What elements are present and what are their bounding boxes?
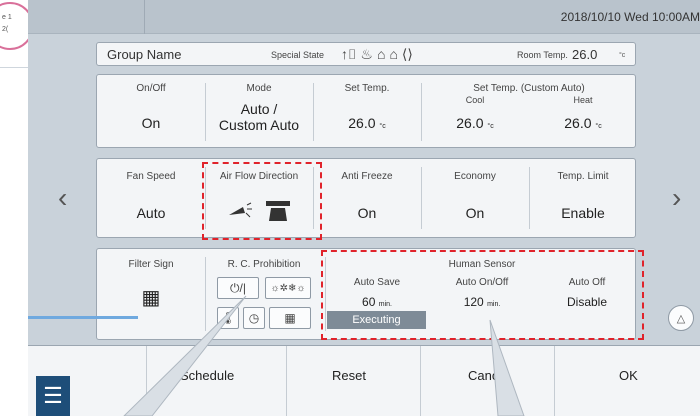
set-temp-value: 26.0 xyxy=(348,115,376,131)
standby-icon: ⌂ xyxy=(389,46,398,62)
prohibit-mode-button[interactable]: ☼✲❄☼ xyxy=(265,277,311,299)
separator xyxy=(146,346,147,416)
temp-limit-cell[interactable]: Temp. Limit Enable xyxy=(529,159,637,237)
thermometer-icon: 🌡 xyxy=(220,311,236,325)
demand-icon: ⟨⟩ xyxy=(401,46,413,62)
mode-value-line2: Custom Auto xyxy=(218,117,300,133)
menu-button[interactable]: ☰ xyxy=(36,376,70,416)
separator xyxy=(554,346,555,416)
hamburger-icon: ☰ xyxy=(43,383,63,408)
cancel-button[interactable]: Cancel xyxy=(468,368,508,383)
set-temp-label: Set Temp. xyxy=(344,83,390,94)
onoff-label: On/Off xyxy=(136,83,166,94)
filter-sign-label: Filter Sign xyxy=(128,259,174,270)
controller-panel: 2018/10/10 Wed 10:00AM Group Name Specia… xyxy=(28,0,700,416)
progress-bar xyxy=(28,316,138,319)
onoff-cell[interactable]: On/Off On xyxy=(97,75,205,147)
heat-unit: °c xyxy=(595,123,602,130)
fan-speed-label: Fan Speed xyxy=(126,171,176,182)
special-state-label: Special State xyxy=(271,50,325,60)
separator xyxy=(420,346,421,416)
economy-cell[interactable]: Economy On xyxy=(421,159,529,237)
row-airflow-settings: Fan Speed Auto Air Flow Direction Anti F… xyxy=(96,158,636,238)
custom-auto-cell[interactable]: Set Temp. (Custom Auto) Cool Heat 26.0 °… xyxy=(421,75,637,147)
cool-label: Cool xyxy=(465,95,485,105)
mode-icons: ☼✲❄☼ xyxy=(270,282,306,294)
ok-button[interactable]: OK xyxy=(619,368,638,383)
anti-freeze-label: Anti Freeze xyxy=(341,171,393,182)
separator xyxy=(286,346,287,416)
filter-icon: ▦ xyxy=(284,311,296,325)
prohibit-filter-button[interactable]: ▦ xyxy=(269,307,311,329)
rc-prohibition-cell: R. C. Prohibition ⏻/| ☼✲❄☼ 🌡 ◷ ▦ xyxy=(205,249,323,339)
airflow-highlight xyxy=(202,162,322,240)
footer-bar: Schedule Reset Cancel OK xyxy=(28,345,700,416)
prohibit-timer-button[interactable]: ◷ xyxy=(243,307,265,329)
onoff-value: On xyxy=(141,115,161,131)
special-state-icons: ↑⌷ ♨ ⌂ ⌂ ⟨⟩ xyxy=(341,46,413,63)
group-header: Group Name Special State ↑⌷ ♨ ⌂ ⌂ ⟨⟩ Roo… xyxy=(96,42,636,66)
fragment-text-2: 2( xyxy=(2,26,9,33)
cool-value: 26.0 xyxy=(456,115,484,131)
economy-label: Economy xyxy=(454,171,496,182)
room-temp-unit: °c xyxy=(619,52,626,59)
set-temp-cell[interactable]: Set Temp. 26.0 °c xyxy=(313,75,421,147)
fragment-text-1: e 1 xyxy=(2,14,12,21)
mode-cell[interactable]: Mode Auto / Custom Auto xyxy=(205,75,313,147)
anti-freeze-cell[interactable]: Anti Freeze On xyxy=(313,159,421,237)
room-temp-label: Room Temp. xyxy=(517,50,568,60)
economy-value: On xyxy=(465,205,485,221)
prohibit-temp-button[interactable]: 🌡 xyxy=(217,307,239,329)
defrost-icon: ↑⌷ xyxy=(341,46,357,62)
triangle-up-icon: △ xyxy=(676,312,686,325)
reset-button[interactable]: Reset xyxy=(332,368,366,383)
clock-icon: ◷ xyxy=(248,311,260,325)
set-temp-unit: °c xyxy=(379,123,386,130)
temp-limit-label: Temp. Limit xyxy=(557,171,609,182)
schedule-button[interactable]: Schedule xyxy=(180,368,234,383)
next-page-arrow[interactable]: › xyxy=(672,182,681,214)
set-temp-value-group: 26.0 °c xyxy=(313,115,421,131)
status-bar: 2018/10/10 Wed 10:00AM xyxy=(28,0,700,34)
previous-page-arrow[interactable]: ‹ xyxy=(58,182,67,214)
mode-value-line1: Auto / xyxy=(240,101,278,117)
hot-start-icon: ♨ xyxy=(360,46,373,62)
heat-label: Heat xyxy=(573,95,593,105)
heat-value-group: 26.0 °c xyxy=(529,115,637,131)
home-leave-icon: ⌂ xyxy=(376,46,386,62)
status-divider xyxy=(144,0,145,34)
custom-auto-label: Set Temp. (Custom Auto) xyxy=(473,83,585,94)
cool-value-group: 26.0 °c xyxy=(421,115,529,131)
cool-unit: °c xyxy=(487,123,494,130)
fan-speed-value: Auto xyxy=(136,205,166,221)
scroll-up-button[interactable]: △ xyxy=(668,305,694,331)
human-sensor-highlight xyxy=(321,250,644,340)
filter-sign-cell[interactable]: Filter Sign ▦ xyxy=(97,249,205,339)
heat-value: 26.0 xyxy=(564,115,592,131)
group-name: Group Name xyxy=(107,47,182,62)
prohibit-onoff-button[interactable]: ⏻/| xyxy=(217,277,259,299)
mode-label: Mode xyxy=(246,83,272,94)
rc-prohibition-label: R. C. Prohibition xyxy=(227,259,301,270)
power-icon: ⏻/| xyxy=(230,280,246,295)
anti-freeze-value: On xyxy=(357,205,377,221)
temp-limit-value: Enable xyxy=(561,205,605,221)
fan-speed-cell[interactable]: Fan Speed Auto xyxy=(97,159,205,237)
filter-grid-icon: ▦ xyxy=(141,287,161,309)
room-temp-value: 26.0 xyxy=(572,47,598,62)
datetime: 2018/10/10 Wed 10:00AM xyxy=(560,10,700,24)
row-basic-settings: On/Off On Mode Auto / Custom Auto Set Te… xyxy=(96,74,636,148)
